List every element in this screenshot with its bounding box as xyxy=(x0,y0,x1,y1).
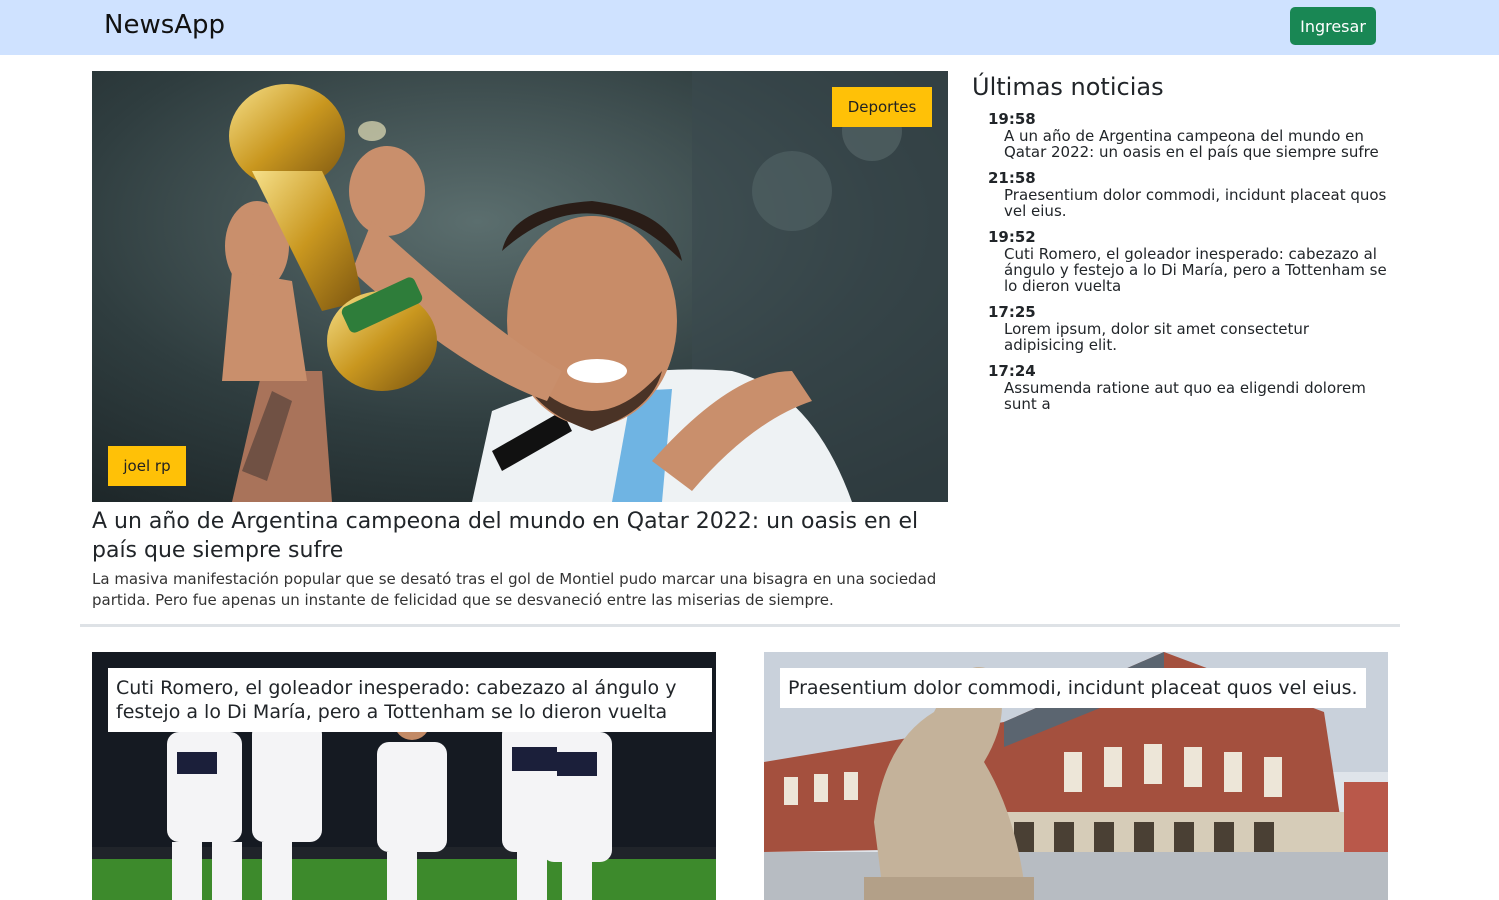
latest-news-item[interactable]: 17:25 Lorem ipsum, dolor sit amet consec… xyxy=(988,303,1392,354)
hero-summary: La masiva manifestación popular que se d… xyxy=(92,570,937,609)
latest-news-item[interactable]: 21:58 Praesentium dolor commodi, incidun… xyxy=(988,169,1392,220)
category-badge[interactable]: Deportes xyxy=(832,87,932,127)
news-title-link[interactable]: A un año de Argentina campeona del mundo… xyxy=(988,128,1392,160)
news-card[interactable]: Praesentium dolor commodi, incidunt plac… xyxy=(764,652,1388,900)
latest-news-list: 19:58 A un año de Argentina campeona del… xyxy=(972,110,1392,413)
news-time: 17:25 xyxy=(988,303,1036,321)
news-title-link[interactable]: Cuti Romero, el goleador inesperado: cab… xyxy=(988,246,1392,294)
hero-title[interactable]: A un año de Argentina campeona del mundo… xyxy=(92,507,942,565)
news-title-link[interactable]: Praesentium dolor commodi, incidunt plac… xyxy=(988,187,1392,219)
news-time: 19:58 xyxy=(988,110,1036,128)
login-button[interactable]: Ingresar xyxy=(1290,7,1376,45)
hero-photo xyxy=(92,71,948,502)
navbar: NewsApp Ingresar xyxy=(0,0,1499,55)
author-badge[interactable]: joel rp xyxy=(108,446,186,486)
section-divider xyxy=(80,624,1400,627)
news-title-link[interactable]: Assumenda ratione aut quo ea eligendi do… xyxy=(988,380,1392,412)
latest-news-heading: Últimas noticias xyxy=(972,73,1164,101)
latest-news-panel: Últimas noticias 19:58 A un año de Argen… xyxy=(972,71,1392,422)
latest-news-item[interactable]: 19:58 A un año de Argentina campeona del… xyxy=(988,110,1392,161)
news-title-link[interactable]: Lorem ipsum, dolor sit amet consectetur … xyxy=(988,321,1392,353)
latest-news-item[interactable]: 19:52 Cuti Romero, el goleador inesperad… xyxy=(988,228,1392,295)
hero-article-image[interactable]: Deportes joel rp xyxy=(92,71,948,502)
brand-logo[interactable]: NewsApp xyxy=(104,10,225,40)
news-time: 17:24 xyxy=(988,362,1036,380)
card-title[interactable]: Cuti Romero, el goleador inesperado: cab… xyxy=(108,668,712,732)
news-card[interactable]: Cuti Romero, el goleador inesperado: cab… xyxy=(92,652,716,900)
card-title[interactable]: Praesentium dolor commodi, incidunt plac… xyxy=(780,668,1366,708)
news-time: 21:58 xyxy=(988,169,1036,187)
latest-news-item[interactable]: 17:24 Assumenda ratione aut quo ea elige… xyxy=(988,362,1392,413)
news-time: 19:52 xyxy=(988,228,1036,246)
